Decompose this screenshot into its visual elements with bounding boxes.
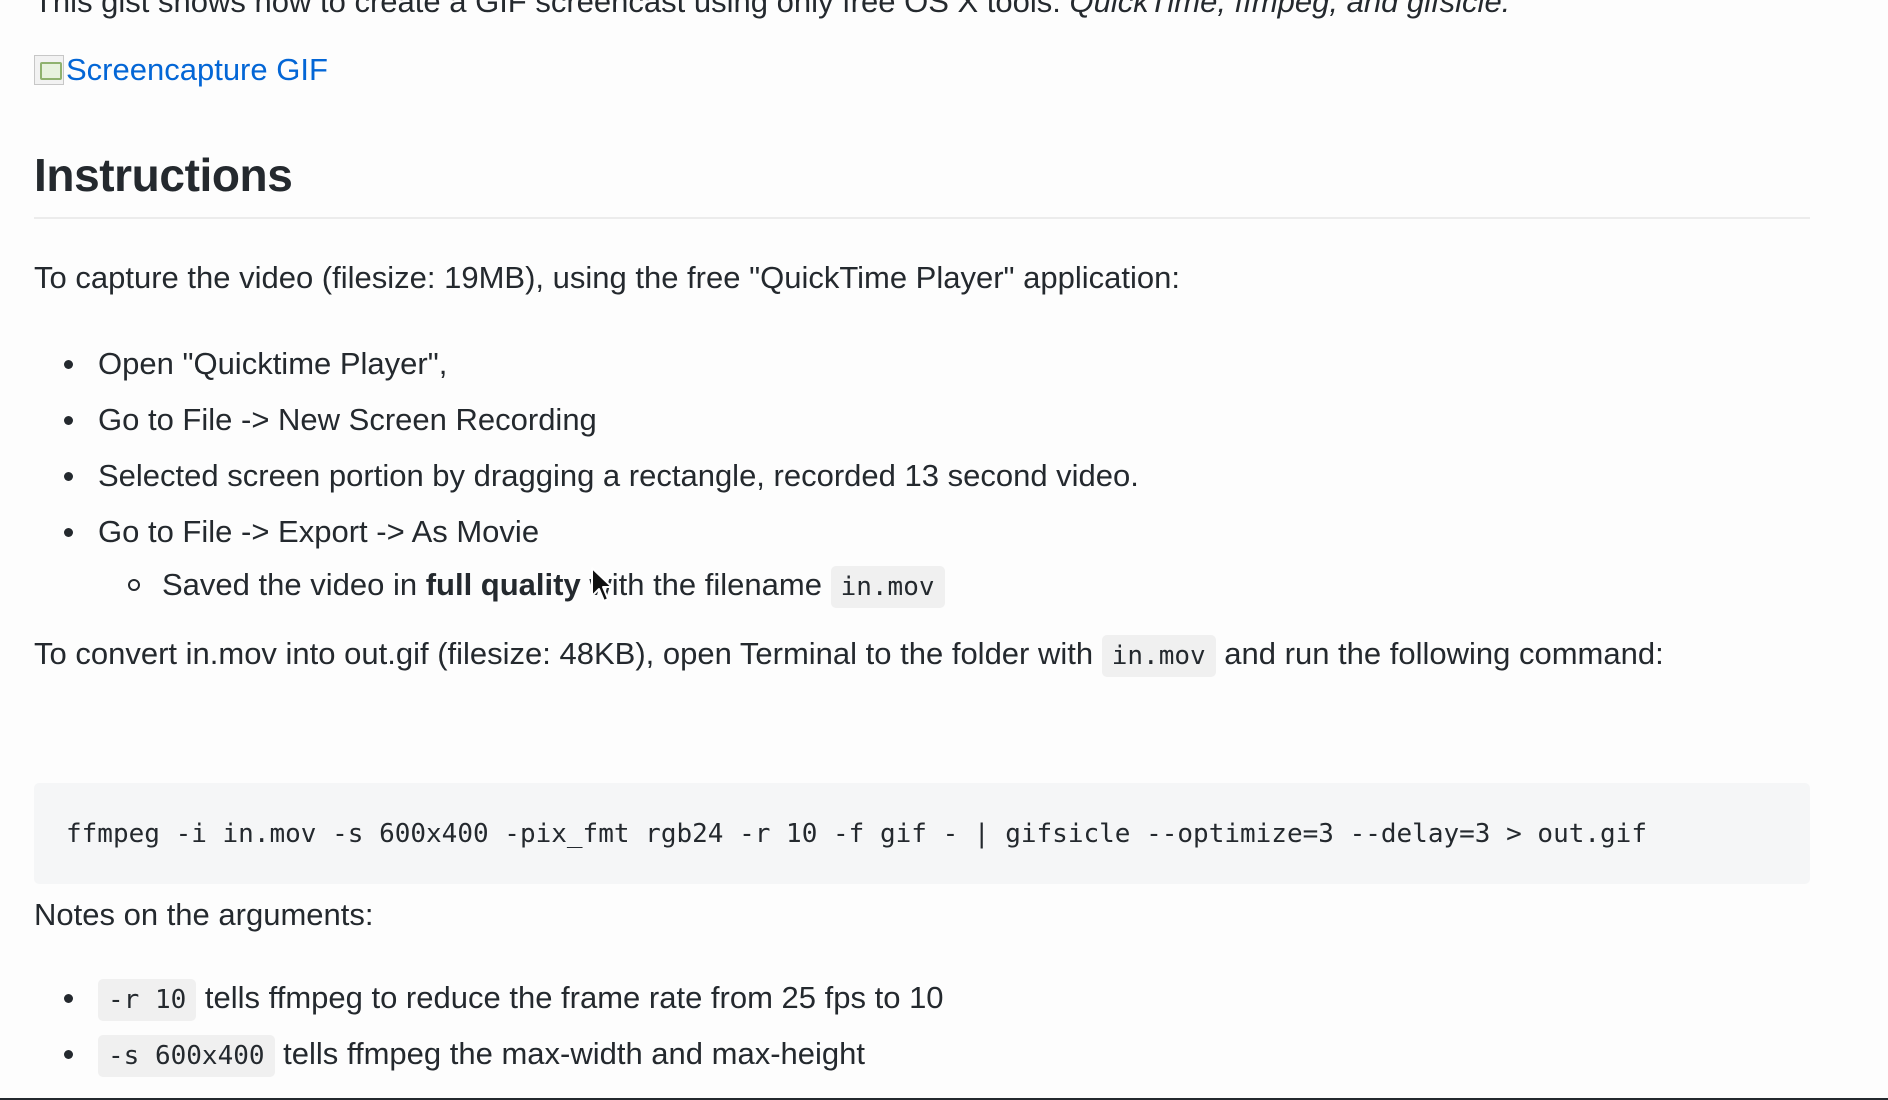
step-text: Go to File -> Export -> As Movie bbox=[98, 514, 540, 549]
screencapture-gif-link-text: Screencapture GIF bbox=[66, 52, 328, 87]
list-item: -s 600x400 tells ffmpeg the max-width an… bbox=[34, 1026, 944, 1082]
substep-text: Saved the video in bbox=[162, 567, 418, 602]
mouse-pointer-icon bbox=[591, 567, 613, 602]
broken-image-icon bbox=[34, 55, 64, 85]
list-item: Open "Quicktime Player", bbox=[34, 336, 1139, 392]
notes-heading: Notes on the arguments: bbox=[34, 897, 374, 932]
step-text: Selected screen portion by dragging a re… bbox=[98, 458, 1139, 493]
argument-text: tells ffmpeg to reduce the frame rate fr… bbox=[204, 980, 944, 1015]
instructions-heading: Instructions bbox=[34, 149, 293, 201]
heading-divider bbox=[34, 217, 1810, 219]
argument-code: -r 10 bbox=[98, 979, 197, 1021]
filename-code: in.mov bbox=[830, 566, 945, 608]
intro-paragraph: This gist shows how to create a GIF scre… bbox=[34, 0, 1510, 22]
argument-text: tells ffmpeg the max-width and max-heigh… bbox=[283, 1036, 865, 1071]
capture-steps-list: Open "Quicktime Player", Go to File -> N… bbox=[34, 336, 1139, 610]
convert-paragraph: To convert in.mov into out.gif (filesize… bbox=[34, 630, 1734, 680]
bullet-icon bbox=[64, 360, 73, 369]
screencapture-gif-link[interactable]: Screencapture GIF bbox=[34, 52, 328, 88]
convert-text-after: and run the following command: bbox=[1224, 636, 1664, 671]
step-text: Open "Quicktime Player", bbox=[98, 346, 448, 381]
bullet-icon bbox=[64, 416, 73, 425]
hollow-bullet-icon bbox=[128, 579, 140, 591]
bullet-icon bbox=[64, 1050, 73, 1059]
substep-bold: full quality bbox=[425, 567, 581, 602]
bullet-icon bbox=[64, 994, 73, 1003]
capture-paragraph: To capture the video (filesize: 19MB), u… bbox=[34, 260, 1181, 295]
step-text: Go to File -> New Screen Recording bbox=[98, 402, 597, 437]
intro-text: This gist shows how to create a GIF scre… bbox=[34, 0, 1061, 19]
convert-code: in.mov bbox=[1101, 635, 1216, 677]
notes-list: -r 10 tells ffmpeg to reduce the frame r… bbox=[34, 970, 944, 1082]
list-item: Go to File -> Export -> As Movie bbox=[34, 504, 1139, 560]
substep-middle: with the filename bbox=[589, 567, 822, 602]
list-item: -r 10 tells ffmpeg to reduce the frame r… bbox=[34, 970, 944, 1026]
bullet-icon bbox=[64, 472, 73, 481]
list-item: Selected screen portion by dragging a re… bbox=[34, 448, 1139, 504]
convert-text: To convert in.mov into out.gif (filesize… bbox=[34, 636, 1094, 671]
argument-code: -s 600x400 bbox=[98, 1035, 275, 1077]
bullet-icon bbox=[64, 528, 73, 537]
intro-tools: QuickTime, ffmpeg, and gifsicle. bbox=[1069, 0, 1511, 19]
list-item: Go to File -> New Screen Recording bbox=[34, 392, 1139, 448]
sub-list-item: Saved the video in full quality with the… bbox=[34, 560, 1139, 610]
command-code-block[interactable]: ffmpeg -i in.mov -s 600x400 -pix_fmt rgb… bbox=[34, 783, 1810, 884]
command-text: ffmpeg -i in.mov -s 600x400 -pix_fmt rgb… bbox=[66, 818, 1647, 849]
